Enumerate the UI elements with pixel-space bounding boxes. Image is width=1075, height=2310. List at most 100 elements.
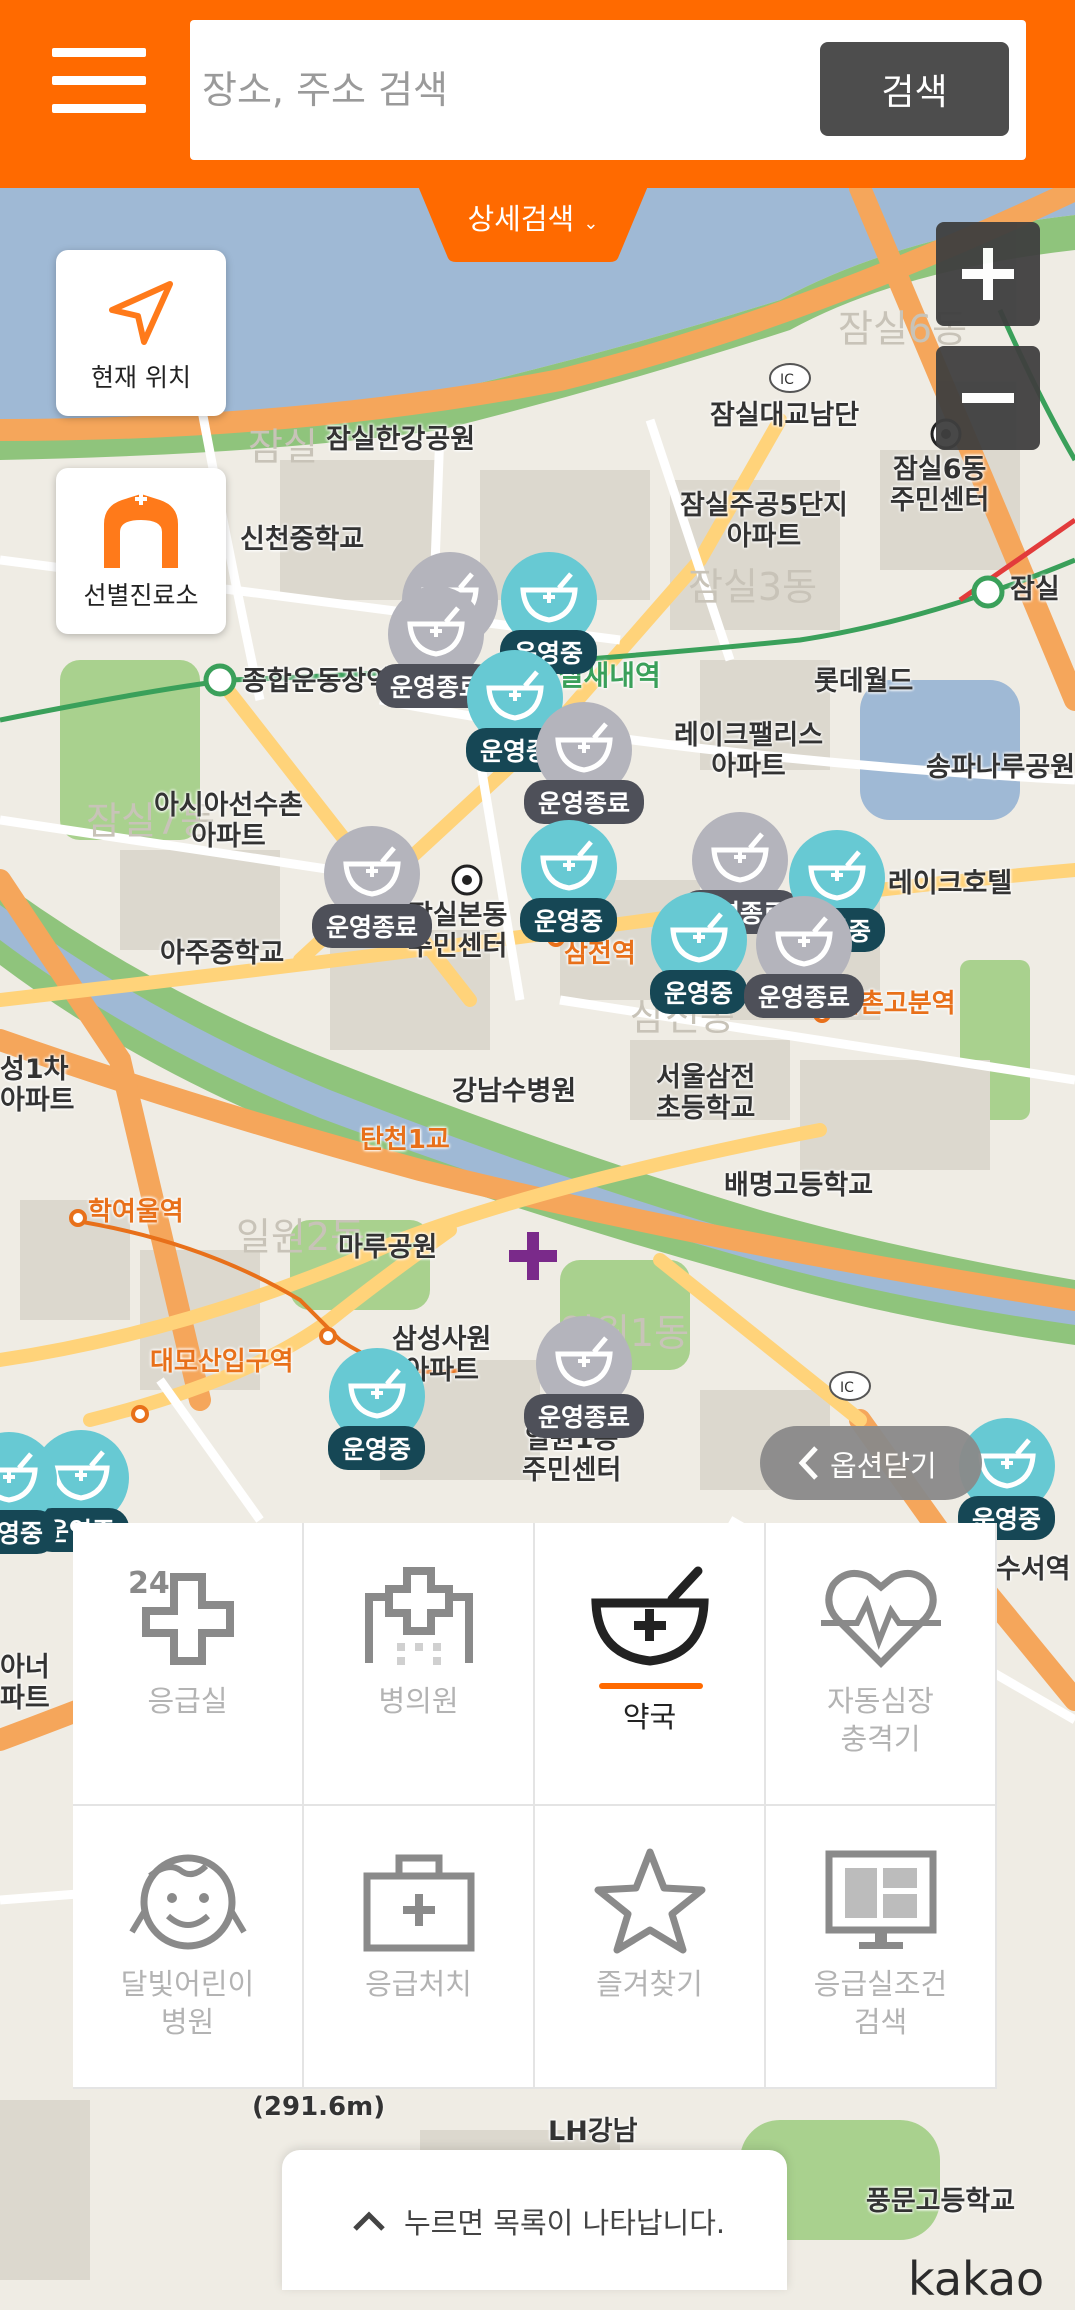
chevron-left-icon bbox=[798, 1446, 818, 1480]
option-close-label: 옵션닫기 bbox=[830, 1449, 937, 1483]
heart-defibrillator-icon bbox=[820, 1569, 941, 1668]
category-er-condition-search[interactable]: 응급실조건 검색 bbox=[766, 1806, 997, 2089]
pharmacy-status: 운영종료 bbox=[524, 1394, 645, 1438]
category-label: 응급처치 bbox=[365, 1967, 472, 2001]
first-aid-kit-icon bbox=[363, 1854, 474, 1952]
monitor-icon bbox=[825, 1850, 936, 1949]
place-label: 종합운동장역 bbox=[242, 666, 392, 697]
list-toggle-label: 누르면 목록이 나타납니다. bbox=[404, 2206, 726, 2240]
svg-text:24: 24 bbox=[128, 1566, 170, 1601]
pharmacy-status: 운영종료 bbox=[524, 780, 645, 824]
category-emergency-room[interactable]: 24 응급실 bbox=[73, 1523, 304, 1806]
place-label: 삼전역 bbox=[564, 939, 636, 969]
pharmacy-status: 운영종료 bbox=[312, 904, 433, 948]
screening-clinic-button[interactable]: 선별진료소 bbox=[56, 468, 226, 634]
pharmacy-pin[interactable]: 운영종료 bbox=[744, 896, 865, 1018]
star-icon bbox=[594, 1848, 705, 1954]
place-label: 레이크호텔 bbox=[888, 868, 1013, 899]
place-label: 잠실한강공원 bbox=[326, 424, 476, 455]
pharmacy-status: 운영중 bbox=[520, 898, 618, 942]
place-label: 성1차 아파트 bbox=[0, 1054, 75, 1117]
hamburger-menu-icon[interactable] bbox=[48, 46, 150, 116]
place-label: 풍문고등학교 bbox=[866, 2186, 1016, 2217]
place-label: 탄천1교 bbox=[360, 1125, 450, 1155]
place-label: 잠실대교남단 bbox=[710, 400, 860, 431]
place-label: 배명고등학교 bbox=[724, 1170, 874, 1201]
place-label: 마루공원 bbox=[338, 1232, 438, 1263]
category-first-aid[interactable]: 응급처치 bbox=[304, 1806, 535, 2089]
pharmacy-status: 운영중 bbox=[650, 970, 748, 1014]
plus-icon bbox=[962, 248, 1014, 300]
current-location-label: 현재 위치 bbox=[91, 363, 191, 392]
place-label: 아시아선수촌 아파트 bbox=[154, 790, 304, 853]
location-arrow-icon bbox=[109, 281, 173, 345]
place-label: 아주중학교 bbox=[160, 938, 285, 969]
detail-search-tab[interactable]: 상세검색 ⌄ bbox=[418, 186, 648, 262]
category-label: 달빛어린이 병원 bbox=[120, 1967, 255, 2039]
place-label: 잠실6동 주민센터 bbox=[890, 454, 990, 517]
screening-clinic-label: 선별진료소 bbox=[83, 581, 199, 610]
place-label: 롯데월드 bbox=[814, 666, 914, 697]
top-bar: 검색 bbox=[0, 0, 1075, 188]
chevron-up-icon bbox=[353, 2211, 385, 2231]
pharmacy-pin[interactable]: 운영중 bbox=[328, 1348, 426, 1470]
category-label: 자동심장 충격기 bbox=[827, 1684, 934, 1756]
place-label: 잠실주공5단지 아파트 bbox=[680, 490, 848, 553]
category-aed[interactable]: 자동심장 충격기 bbox=[766, 1523, 997, 1806]
pharmacy-pin[interactable]: 운영종료 bbox=[524, 1316, 645, 1438]
category-favorites[interactable]: 즐겨찾기 bbox=[535, 1806, 766, 2089]
place-label: 강남수병원 bbox=[452, 1076, 577, 1107]
pharmacy-status: 운영종료 bbox=[744, 974, 865, 1018]
category-grid: 24 응급실 병의원 약국 자동심장 충격기 달빛어린이 병원 응급처치 즐겨찾… bbox=[73, 1523, 997, 2089]
place-label: LH강남 bbox=[548, 2116, 638, 2147]
category-hospital[interactable]: 병의원 bbox=[304, 1523, 535, 1806]
place-label: 송파나루공원 bbox=[926, 752, 1075, 783]
svg-text:IC: IC bbox=[780, 372, 794, 388]
option-close-button[interactable]: 옵션닫기 bbox=[760, 1426, 982, 1500]
minus-icon bbox=[962, 393, 1014, 403]
place-label: 잠실 bbox=[1010, 574, 1060, 605]
active-underline bbox=[599, 1683, 703, 1689]
zoom-out-button[interactable] bbox=[936, 346, 1040, 450]
detail-search-label: 상세검색 ⌄ bbox=[418, 196, 648, 238]
chevron-down-icon: ⌄ bbox=[583, 213, 599, 234]
search-box: 검색 bbox=[190, 20, 1026, 160]
category-label: 약국 bbox=[622, 1700, 677, 1734]
child-face-icon bbox=[128, 1854, 247, 1950]
area-label: 잠실3동 bbox=[688, 565, 818, 609]
zoom-in-button[interactable] bbox=[936, 222, 1040, 326]
detail-search-text: 상세검색 bbox=[467, 202, 575, 236]
place-label: 아너 파트 bbox=[0, 1652, 50, 1715]
hospital-icon bbox=[364, 1567, 473, 1665]
pharmacy-bowl-icon bbox=[590, 1566, 709, 1666]
search-input[interactable] bbox=[202, 40, 782, 140]
kakao-logo: kakao bbox=[908, 2252, 1045, 2306]
place-label: 레이크팰리스 아파트 bbox=[674, 720, 824, 783]
pharmacy-status: 운영중 bbox=[0, 1510, 58, 1554]
distance-label: (291.6m) bbox=[252, 2092, 386, 2122]
emergency-24-icon: 24 bbox=[128, 1566, 234, 1665]
category-label: 즐겨찾기 bbox=[596, 1967, 703, 2001]
category-night-children-hospital[interactable]: 달빛어린이 병원 bbox=[73, 1806, 304, 2089]
clinic-tent-icon bbox=[104, 493, 178, 568]
category-label: 병의원 bbox=[378, 1684, 459, 1718]
place-label: 서울삼전 초등학교 bbox=[656, 1062, 756, 1125]
place-label: 대모산입구역 bbox=[150, 1347, 294, 1377]
search-button[interactable]: 검색 bbox=[820, 42, 1009, 136]
category-pharmacy[interactable]: 약국 bbox=[535, 1523, 766, 1806]
pharmacy-pin[interactable]: 운영중 bbox=[0, 1432, 58, 1554]
pharmacy-pin[interactable]: 운영중 bbox=[650, 892, 748, 1014]
current-location-button[interactable]: 현재 위치 bbox=[56, 250, 226, 416]
place-label: 신천중학교 bbox=[240, 524, 365, 555]
category-label: 응급실 bbox=[147, 1684, 228, 1718]
pharmacy-pin[interactable]: 운영종료 bbox=[524, 702, 645, 824]
category-label: 응급실조건 검색 bbox=[813, 1967, 948, 2039]
place-label: 학여울역 bbox=[88, 1197, 184, 1227]
svg-text:IC: IC bbox=[840, 1380, 854, 1396]
list-toggle-button[interactable]: 누르면 목록이 나타납니다. bbox=[282, 2150, 787, 2290]
pharmacy-pin[interactable]: 운영중 bbox=[520, 820, 618, 942]
pharmacy-pin[interactable]: 운영종료 bbox=[312, 826, 433, 948]
place-label: 수서역 bbox=[996, 1554, 1071, 1585]
pharmacy-status: 운영중 bbox=[328, 1426, 426, 1470]
area-label: 잠실 bbox=[248, 425, 318, 469]
